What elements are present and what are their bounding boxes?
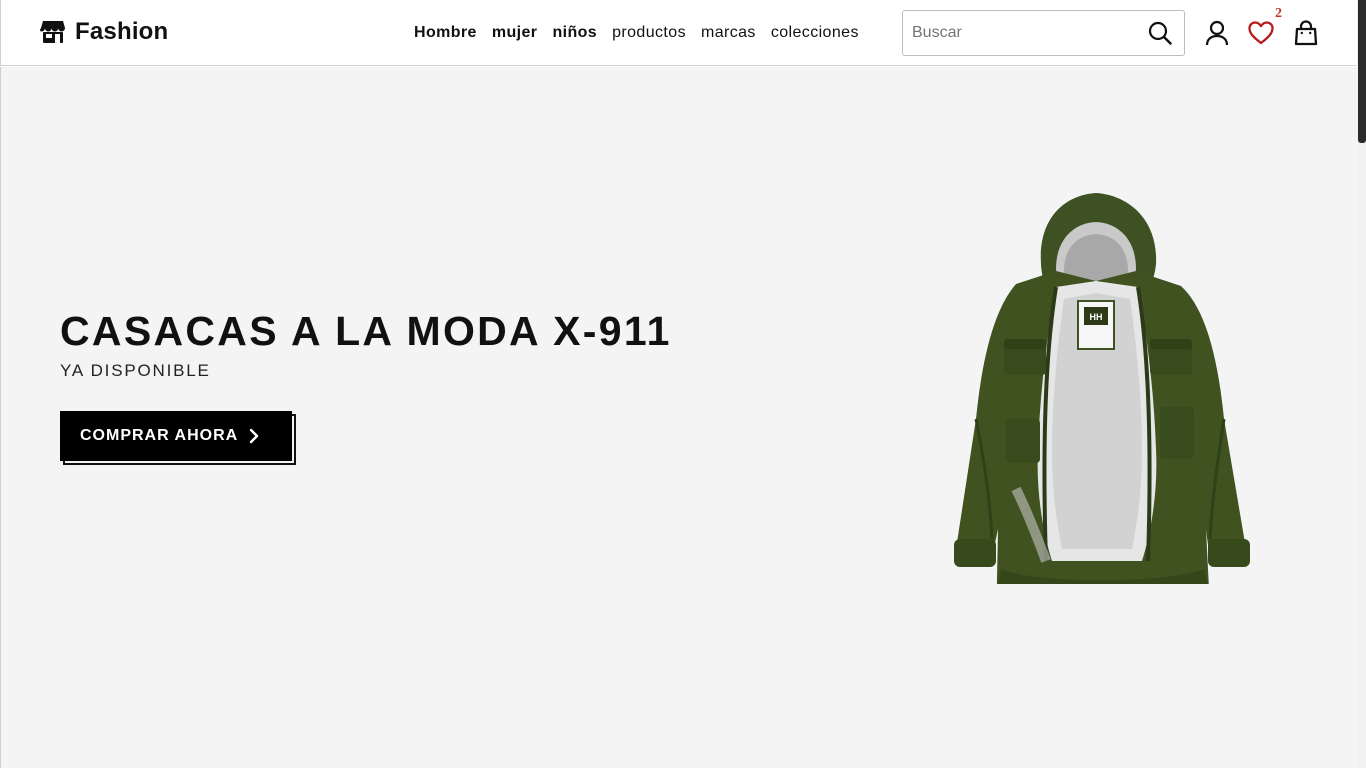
search-button[interactable] [1146,19,1174,47]
hero-subtitle: YA DISPONIBLE [60,361,211,380]
heart-icon [1248,21,1274,45]
scrollbar-thumb[interactable] [1358,0,1366,143]
cart-button[interactable] [1293,19,1319,47]
green-jacket-image[interactable]: HH [946,189,1256,584]
nav-item-colecciones[interactable]: colecciones [771,21,859,45]
brand-name: Fashion [75,18,169,45]
search-box [902,10,1185,56]
nav-item-ninos[interactable]: niños [552,21,597,45]
wishlist-count-badge: 2 [1275,6,1282,21]
store-icon [40,21,65,43]
site-header: Fashion Hombre mujer niños productos mar… [0,0,1357,66]
hero-banner: CASACAS A LA MODA X-911 YA DISPONIBLE CO… [0,67,1357,768]
shop-now-label: COMPRAR AHORA [80,427,239,444]
account-button[interactable] [1204,19,1230,47]
svg-text:HH: HH [1090,312,1103,322]
search-input[interactable] [912,11,1132,55]
page-scrollbar[interactable] [1357,0,1366,768]
nav-item-mujer[interactable]: mujer [492,21,538,45]
chevron-right-icon [249,428,259,444]
nav-item-productos[interactable]: productos [612,21,686,45]
search-icon [1148,21,1172,45]
nav-item-hombre[interactable]: Hombre [414,21,477,45]
brand-logo[interactable]: Fashion [40,16,168,48]
main-nav: Hombre mujer niños productos marcas cole… [414,21,859,45]
wishlist-button[interactable] [1248,19,1274,47]
user-icon [1205,20,1229,46]
cta-container: COMPRAR AHORA [60,411,296,465]
hero-title: CASACAS A LA MODA X-911 [60,308,672,354]
shop-now-button[interactable]: COMPRAR AHORA [60,411,292,461]
nav-item-marcas[interactable]: marcas [701,21,756,45]
shopping-bag-icon [1294,20,1318,46]
